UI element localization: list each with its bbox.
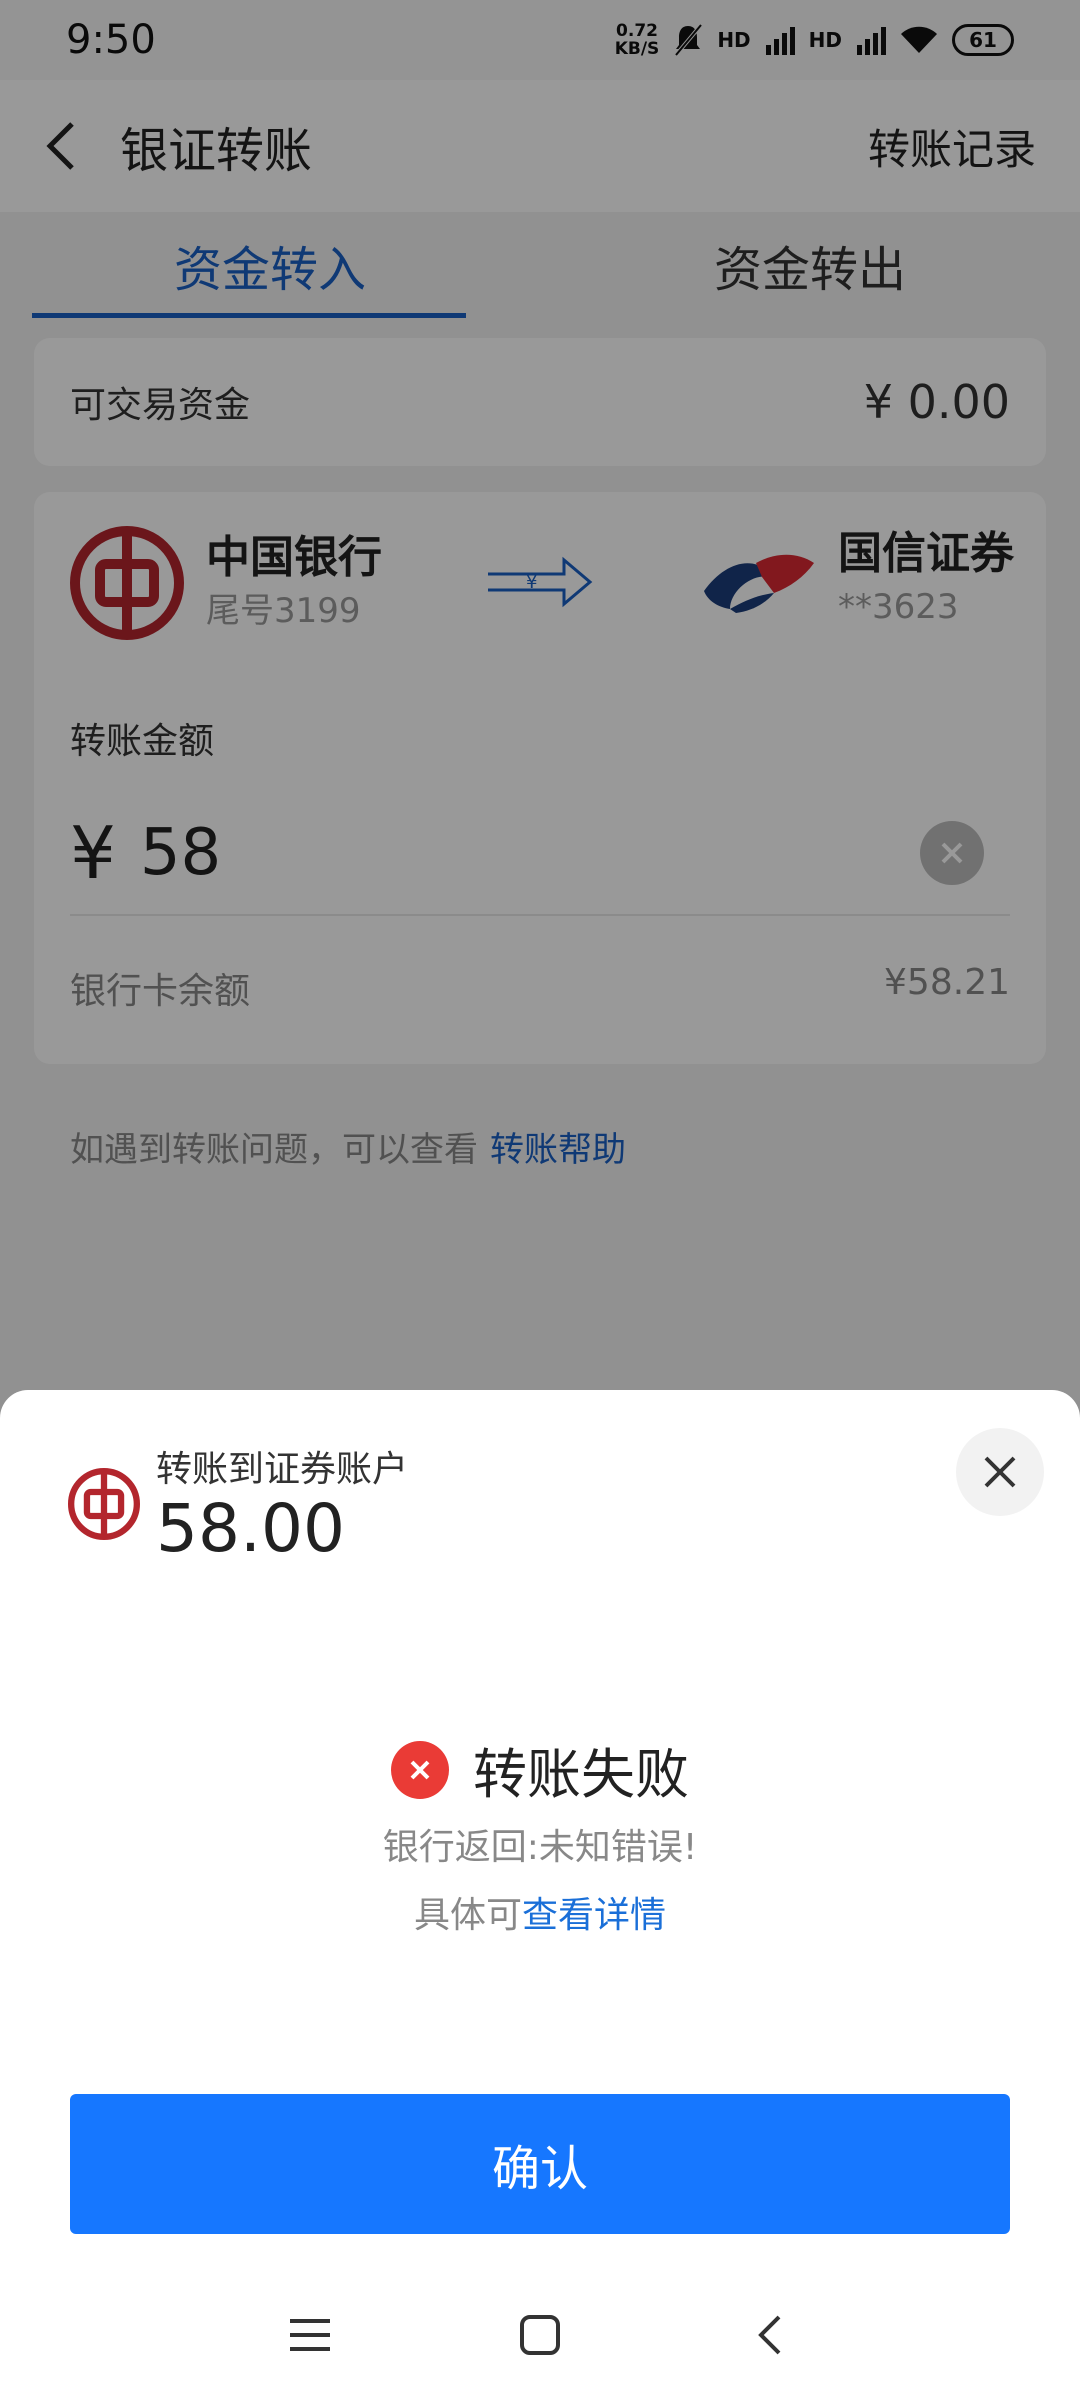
- failure-message: 银行返回:未知错误!: [382, 1827, 698, 1868]
- sheet-amount: 58.00: [156, 1490, 345, 1567]
- failure-detail: 具体可查看详情: [0, 1886, 1080, 1938]
- system-nav-bar: [0, 2270, 1080, 2400]
- menu-icon: [290, 2319, 330, 2351]
- close-sheet-button[interactable]: [956, 1428, 1044, 1516]
- detail-prefix: 具体可: [413, 1895, 522, 1936]
- sheet-subtitle: 转账到证券账户: [156, 1449, 409, 1490]
- view-details-link[interactable]: 查看详情: [522, 1895, 666, 1936]
- home-button[interactable]: [500, 2295, 580, 2375]
- system-back-button[interactable]: [730, 2295, 810, 2375]
- failure-status: 转账失败: [0, 1730, 1080, 1809]
- home-icon: [520, 2315, 560, 2355]
- result-sheet: 转账到证券账户 58.00 转账失败 银行返回:未知错误! 具体可查看详情 确认: [0, 1390, 1080, 2400]
- failure-title: 转账失败: [473, 1743, 689, 1806]
- error-icon: [391, 1740, 449, 1799]
- nav-back-icon: [758, 2315, 781, 2355]
- confirm-button[interactable]: 确认: [70, 2094, 1010, 2234]
- menu-button[interactable]: [270, 2295, 350, 2375]
- close-icon: [984, 1456, 1016, 1488]
- boc-logo-icon: [68, 1468, 140, 1540]
